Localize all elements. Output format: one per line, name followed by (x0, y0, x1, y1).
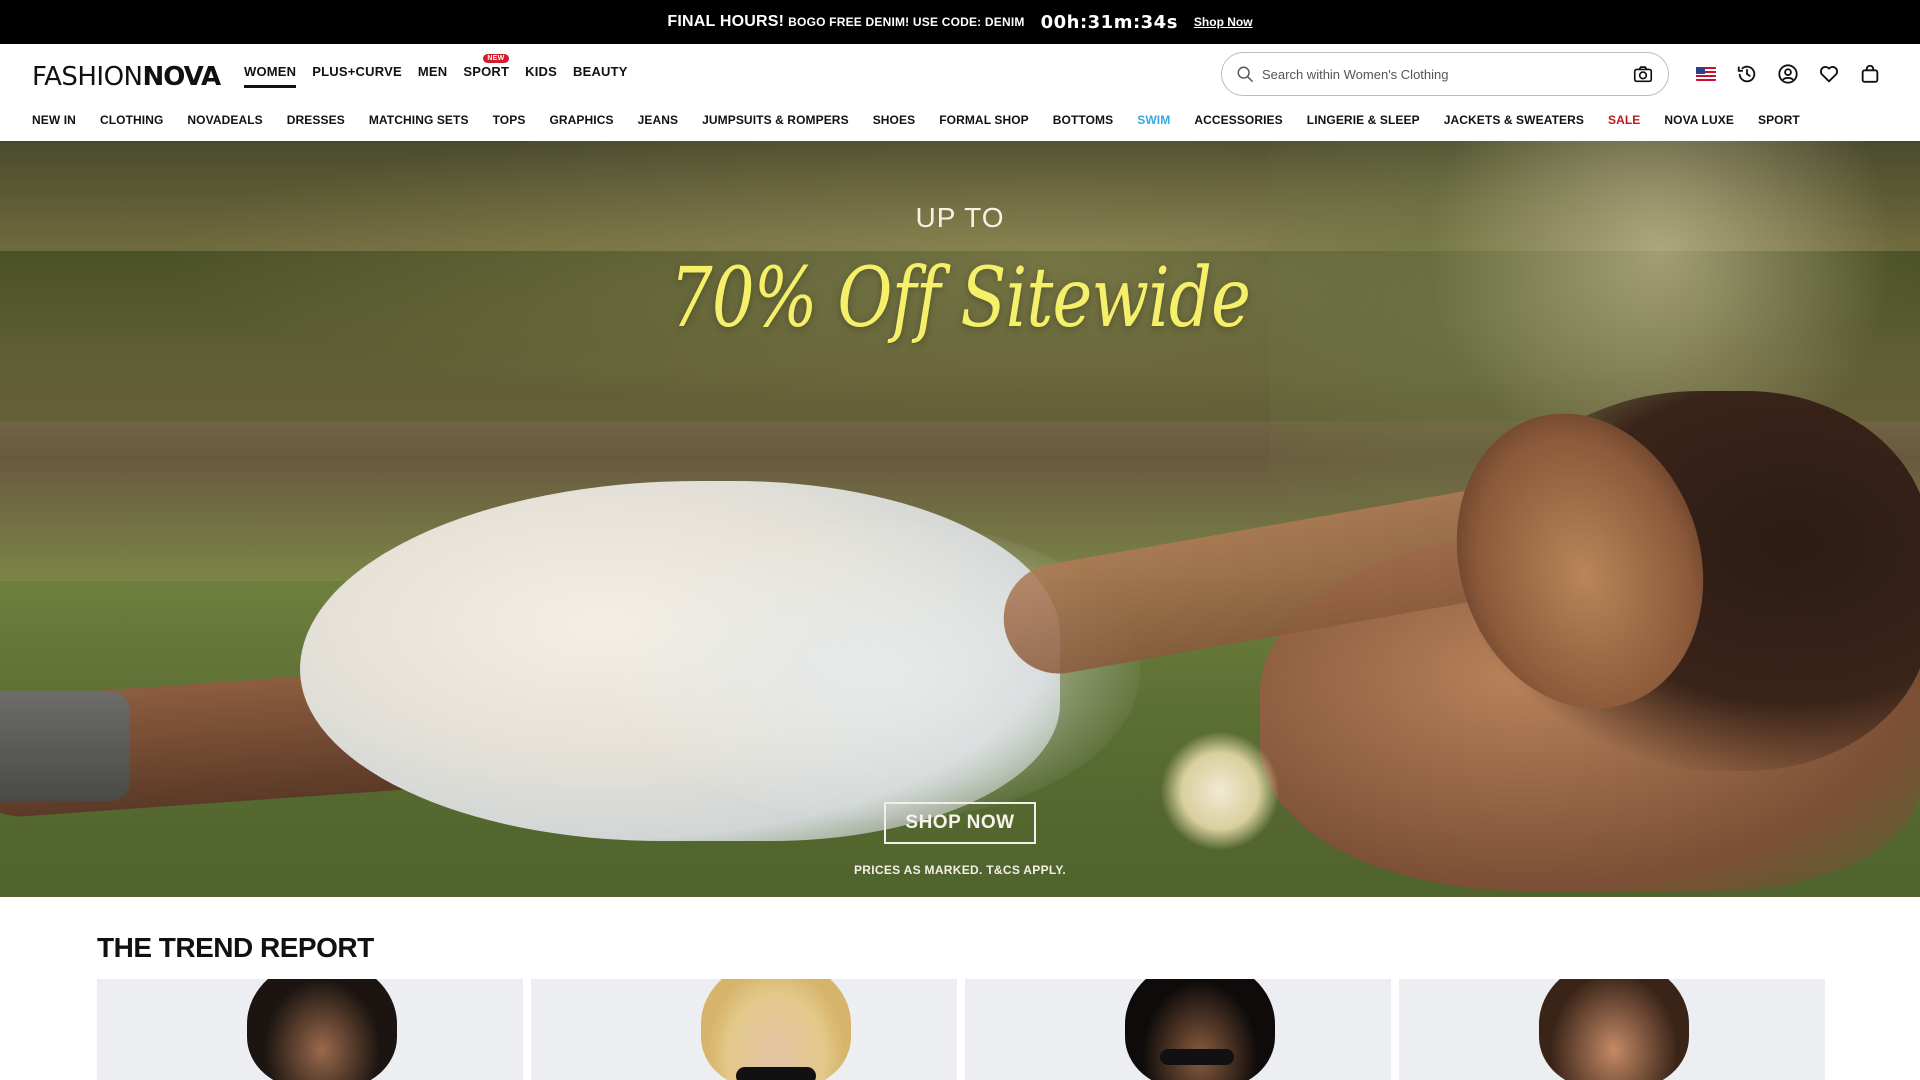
hero-banner[interactable]: UP TO 70% Off Sitewide SHOP NOW PRICES A… (0, 141, 1920, 897)
search-input[interactable] (1262, 66, 1632, 82)
cat-formal-shop[interactable]: FORMAL SHOP (939, 113, 1029, 127)
us-flag-icon (1696, 67, 1716, 81)
cat-bottoms[interactable]: BOTTOMS (1053, 113, 1113, 127)
trend-cards (97, 979, 1825, 1080)
logo-light-text: FASHION (32, 62, 143, 92)
dept-plus-curve[interactable]: PLUS+CURVE (312, 64, 402, 88)
trend-card[interactable] (531, 979, 957, 1080)
department-nav: WOMEN PLUS+CURVE MEN SPORT NEW KIDS BEAU… (244, 54, 628, 88)
country-selector[interactable] (1694, 62, 1718, 86)
hero-flowers (1160, 731, 1280, 851)
cat-dresses[interactable]: DRESSES (287, 113, 345, 127)
dept-women[interactable]: WOMEN (244, 64, 297, 88)
cat-shoes[interactable]: SHOES (873, 113, 916, 127)
cat-matching-sets[interactable]: MATCHING SETS (369, 113, 469, 127)
account-icon[interactable] (1776, 62, 1800, 86)
promo-message: BOGO FREE DENIM! USE CODE: DENIM (788, 15, 1025, 29)
dept-sport-label: SPORT (463, 64, 510, 79)
trend-card-model (701, 979, 851, 1080)
shopping-bag-icon[interactable] (1858, 62, 1882, 86)
dept-sport[interactable]: SPORT NEW (463, 54, 510, 88)
search-bar[interactable] (1221, 52, 1669, 96)
dept-beauty[interactable]: BEAUTY (573, 64, 628, 88)
cat-jumpsuits-rompers[interactable]: JUMPSUITS & ROMPERS (702, 113, 849, 127)
cat-jeans[interactable]: JEANS (638, 113, 679, 127)
header-actions (1694, 62, 1882, 86)
cat-swim[interactable]: SWIM (1137, 113, 1170, 127)
trend-card[interactable] (965, 979, 1391, 1080)
cat-new-in[interactable]: NEW IN (32, 113, 76, 127)
trend-report-title: THE TREND REPORT (97, 932, 374, 963)
promo-bar: FINAL HOURS! BOGO FREE DENIM! USE CODE: … (0, 0, 1920, 44)
trend-card-model (1539, 979, 1689, 1080)
site-header: FASHION NOVA WOMEN PLUS+CURVE MEN SPORT N… (0, 44, 1920, 108)
history-icon[interactable] (1735, 62, 1759, 86)
cat-clothing[interactable]: CLOTHING (100, 113, 163, 127)
hero-model-boot (0, 691, 130, 801)
cat-novadeals[interactable]: NOVADEALS (187, 113, 262, 127)
cat-graphics[interactable]: GRAPHICS (549, 113, 613, 127)
hero-terms: PRICES AS MARKED. T&CS APPLY. (853, 863, 1067, 877)
cat-tops[interactable]: TOPS (493, 113, 526, 127)
cat-nova-luxe[interactable]: NOVA LUXE (1664, 113, 1734, 127)
trend-card-sunglasses (736, 1067, 816, 1080)
trend-card[interactable] (97, 979, 523, 1080)
trend-card[interactable] (1399, 979, 1825, 1080)
hero-headline: 70% Off Sitewide (669, 251, 1251, 346)
dept-kids[interactable]: KIDS (525, 64, 557, 88)
cat-jackets-sweaters[interactable]: JACKETS & SWEATERS (1444, 113, 1584, 127)
cat-lingerie-sleep[interactable]: LINGERIE & SLEEP (1307, 113, 1420, 127)
cat-accessories[interactable]: ACCESSORIES (1194, 113, 1282, 127)
search-icon (1237, 66, 1253, 82)
hero-pretitle: UP TO (915, 202, 1005, 233)
camera-search-icon[interactable] (1632, 63, 1654, 85)
fashion-nova-logo[interactable]: FASHION NOVA (32, 62, 222, 92)
category-nav: NEW IN CLOTHING NOVADEALS DRESSES MATCHI… (32, 108, 1824, 132)
hero-shop-now-button[interactable]: SHOP NOW (884, 802, 1036, 844)
promo-headline: FINAL HOURS! (667, 13, 785, 30)
trend-card-model (247, 979, 397, 1080)
promo-shop-now-link[interactable]: Shop Now (1194, 15, 1253, 29)
cat-sport[interactable]: SPORT (1758, 113, 1800, 127)
logo-bold-text: NOVA (142, 62, 222, 92)
new-badge: NEW (483, 54, 509, 63)
dept-men[interactable]: MEN (418, 64, 448, 88)
trend-card-sunglasses (1160, 1049, 1234, 1065)
cat-sale[interactable]: SALE (1608, 113, 1640, 127)
promo-countdown: 00h:31m:34s (1040, 11, 1178, 33)
wishlist-heart-icon[interactable] (1817, 62, 1841, 86)
